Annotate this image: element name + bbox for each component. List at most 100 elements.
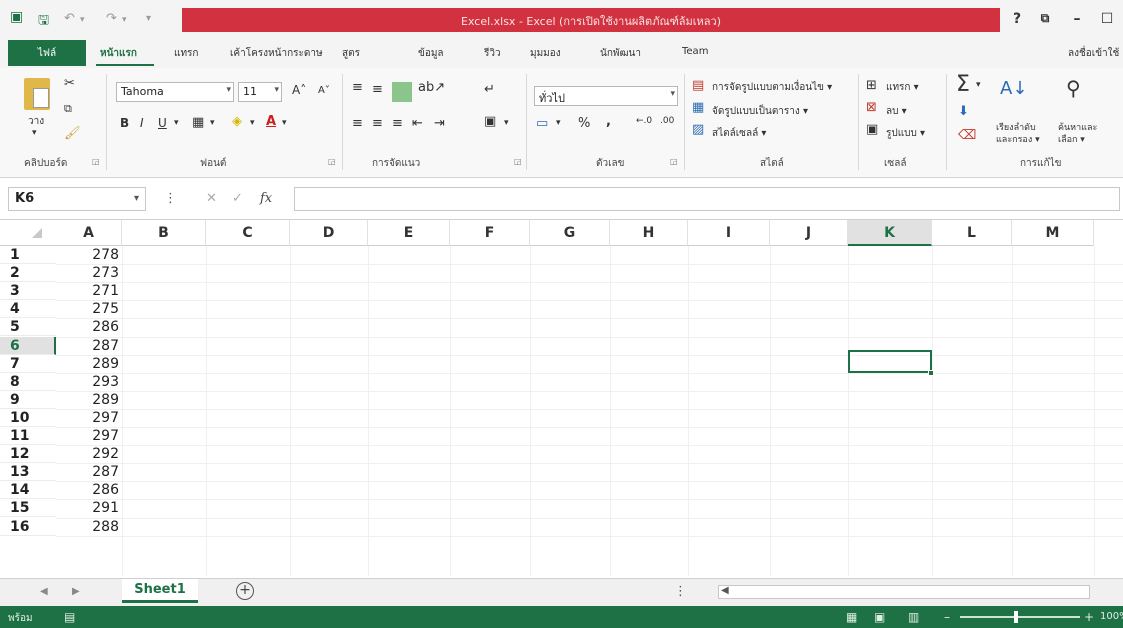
sheet-tab-sheet1[interactable]: Sheet1 <box>122 579 198 603</box>
page-break-view-icon[interactable]: ▥ <box>908 610 919 624</box>
fill-color-dropdown-icon[interactable]: ▾ <box>250 118 255 128</box>
borders-icon[interactable]: ▦ <box>192 115 204 130</box>
font-color-dropdown-icon[interactable]: ▾ <box>282 118 287 128</box>
redo-dropdown-icon[interactable]: ▾ <box>122 15 127 25</box>
name-box-dropdown-icon[interactable]: ▾ <box>134 193 139 204</box>
name-box[interactable]: K6 ▾ <box>8 187 146 211</box>
cell-a14[interactable]: 286 <box>56 481 121 499</box>
column-header-i[interactable]: I <box>688 220 770 246</box>
insert-cells-button[interactable]: แทรก ▾ <box>886 80 919 95</box>
tab-view[interactable]: มุมมอง <box>530 46 561 61</box>
autosum-icon[interactable]: Σ <box>956 72 970 97</box>
cell-a2[interactable]: 273 <box>56 264 121 282</box>
macro-record-icon[interactable]: ▤ <box>64 610 75 624</box>
column-header-l[interactable]: L <box>932 220 1012 246</box>
align-bottom-icon[interactable] <box>392 82 412 102</box>
align-right-icon[interactable]: ≡ <box>392 116 403 131</box>
column-header-m[interactable]: M <box>1012 220 1094 246</box>
row-header-11[interactable]: 11 <box>0 427 56 445</box>
clipboard-launcher-icon[interactable]: ◲ <box>92 157 100 166</box>
cancel-button[interactable]: ✕ <box>206 191 217 206</box>
worksheet-grid[interactable]: ABCDEFGHIJKLM 1 278 2 273 3 271 4 275 5 286 6 287 7 2… <box>0 220 1123 576</box>
merge-center-icon[interactable]: ▣ <box>484 114 496 129</box>
formula-bar-options-icon[interactable]: ⋮ <box>164 191 177 206</box>
cell-styles-button[interactable]: สไตล์เซลล์ ▾ <box>712 126 766 141</box>
align-top-icon[interactable]: ≡ <box>352 80 363 95</box>
autosum-dropdown-icon[interactable]: ▾ <box>976 80 981 90</box>
help-button[interactable]: ? <box>1008 11 1026 27</box>
format-cells-icon[interactable]: ▣ <box>866 122 878 137</box>
format-as-table-icon[interactable]: ▦ <box>692 100 704 115</box>
scroll-left-icon[interactable]: ◀ <box>721 585 729 596</box>
undo-icon[interactable]: ↶ <box>64 11 75 26</box>
tab-team[interactable]: Team <box>682 46 708 57</box>
page-layout-view-icon[interactable]: ▣ <box>874 610 885 624</box>
column-header-e[interactable]: E <box>368 220 450 246</box>
format-painter-icon[interactable]: 🖌 <box>64 126 81 141</box>
currency-dropdown-icon[interactable]: ▾ <box>556 118 561 128</box>
cell-a3[interactable]: 271 <box>56 282 121 300</box>
row-header-6[interactable]: 6 <box>0 336 56 355</box>
currency-icon[interactable]: ▭ <box>536 116 548 131</box>
increase-font-icon[interactable]: A˄ <box>292 83 306 97</box>
orientation-icon[interactable]: ab↗ <box>418 80 445 95</box>
column-header-c[interactable]: C <box>206 220 290 246</box>
align-center-icon[interactable]: ≡ <box>372 116 383 131</box>
font-launcher-icon[interactable]: ◲ <box>328 157 336 166</box>
column-header-g[interactable]: G <box>530 220 610 246</box>
sort-filter-icon[interactable]: A↓ <box>1000 78 1027 99</box>
active-cell-k6[interactable] <box>848 350 932 373</box>
column-header-k[interactable]: K <box>848 220 932 246</box>
insert-cells-icon[interactable]: ⊞ <box>866 78 877 93</box>
formula-input[interactable] <box>294 187 1120 211</box>
tab-home[interactable]: หน้าแรก <box>100 46 137 61</box>
paste-button[interactable]: วาง <box>28 114 44 129</box>
percent-button[interactable]: % <box>578 116 590 131</box>
fill-handle[interactable] <box>928 370 934 376</box>
font-size-dropdown-icon[interactable]: ▾ <box>274 85 279 95</box>
tab-data[interactable]: ข้อมูล <box>418 46 444 61</box>
align-middle-icon[interactable]: ≡ <box>372 82 383 97</box>
delete-cells-icon[interactable]: ⊠ <box>866 100 877 115</box>
enter-button[interactable]: ✓ <box>232 191 243 206</box>
customize-toolbar-icon[interactable]: ▾ <box>146 13 151 24</box>
align-left-icon[interactable]: ≡ <box>352 116 363 131</box>
maximize-button[interactable]: ☐ <box>1098 11 1116 27</box>
tab-page-layout[interactable]: เค้าโครงหน้ากระดาษ <box>230 46 323 61</box>
zoom-in-icon[interactable]: + <box>1084 610 1094 624</box>
find-select-icon[interactable]: ⚲ <box>1066 76 1081 100</box>
column-header-f[interactable]: F <box>450 220 530 246</box>
borders-dropdown-icon[interactable]: ▾ <box>210 118 215 128</box>
insert-function-button[interactable]: fx <box>260 191 272 206</box>
decrease-font-icon[interactable]: A˅ <box>318 85 330 96</box>
format-cells-button[interactable]: รูปแบบ ▾ <box>886 126 925 141</box>
zoom-slider-knob[interactable] <box>1014 611 1018 623</box>
decrease-decimal-button[interactable]: .00 <box>660 116 674 126</box>
row-header-2[interactable]: 2 <box>0 264 56 283</box>
underline-button[interactable]: U <box>158 116 167 130</box>
cell-a4[interactable]: 275 <box>56 300 121 318</box>
add-sheet-button[interactable]: + <box>236 582 254 600</box>
sheet-nav-prev-icon[interactable]: ◀ <box>40 586 48 597</box>
column-header-h[interactable]: H <box>610 220 688 246</box>
row-header-3[interactable]: 3 <box>0 282 56 301</box>
delete-cells-button[interactable]: ลบ ▾ <box>886 104 907 119</box>
cell-styles-icon[interactable]: ▨ <box>692 122 704 137</box>
sign-in-link[interactable]: ลงชื่อเข้าใช้ <box>1068 46 1119 61</box>
sheet-nav-next-icon[interactable]: ▶ <box>72 586 80 597</box>
ribbon-display-options-button[interactable]: ⧉ <box>1036 11 1054 26</box>
column-header-b[interactable]: B <box>122 220 206 246</box>
conditional-formatting-button[interactable]: การจัดรูปแบบตามเงื่อนไข ▾ <box>712 80 832 95</box>
sort-filter-label-2[interactable]: และกรอง ▾ <box>996 132 1040 146</box>
tab-file[interactable]: ไฟล์ <box>8 40 86 66</box>
fill-color-icon[interactable]: ◈ <box>232 114 242 129</box>
row-header-14[interactable]: 14 <box>0 481 56 500</box>
column-header-a[interactable]: A <box>56 220 122 246</box>
row-header-13[interactable]: 13 <box>0 463 56 482</box>
select-all-button[interactable] <box>0 220 56 246</box>
cell-a12[interactable]: 292 <box>56 445 121 463</box>
wrap-text-icon[interactable]: ↵ <box>484 82 495 97</box>
row-header-8[interactable]: 8 <box>0 373 56 391</box>
conditional-formatting-icon[interactable]: ▤ <box>692 78 704 93</box>
cell-a15[interactable]: 291 <box>56 499 121 517</box>
